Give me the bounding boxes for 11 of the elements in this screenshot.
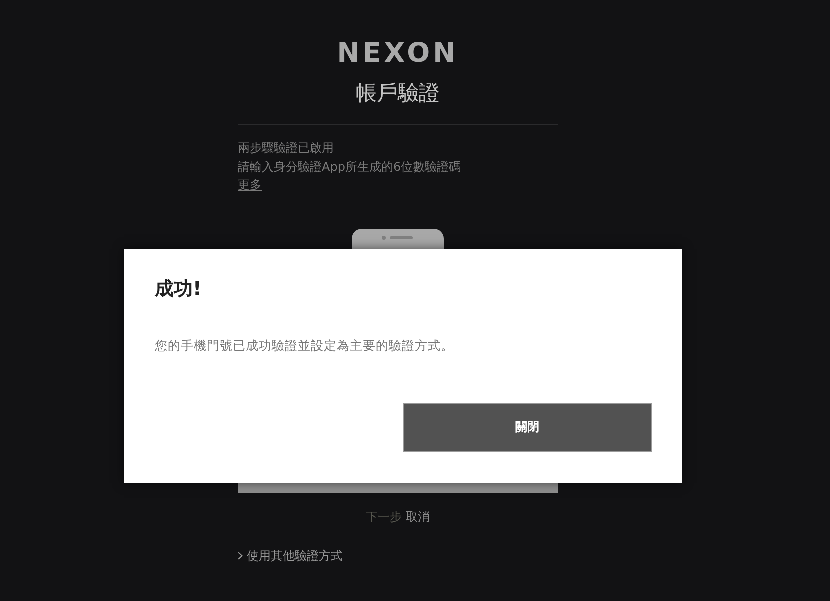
page-title: 帳戶驗證 (356, 80, 440, 106)
more-link[interactable]: 更多 (238, 176, 262, 194)
dialog-title: 成功! (155, 277, 202, 302)
info-text: 請輸入身分驗證App所生成的6位數驗證碼 (238, 158, 462, 176)
info-text: 兩步驟驗證已啟用 (238, 140, 334, 157)
dialog-message: 您的手機門號已成功驗證並設定為主要的驗證方式。 (155, 337, 454, 355)
alternative-method-link[interactable]: 使用其他驗證方式 (247, 547, 343, 565)
action-link[interactable]: 取消 (406, 508, 430, 526)
chevron-right-icon (238, 552, 243, 560)
close-button[interactable]: 關閉 (403, 403, 652, 452)
logo: NEXON (337, 38, 459, 70)
